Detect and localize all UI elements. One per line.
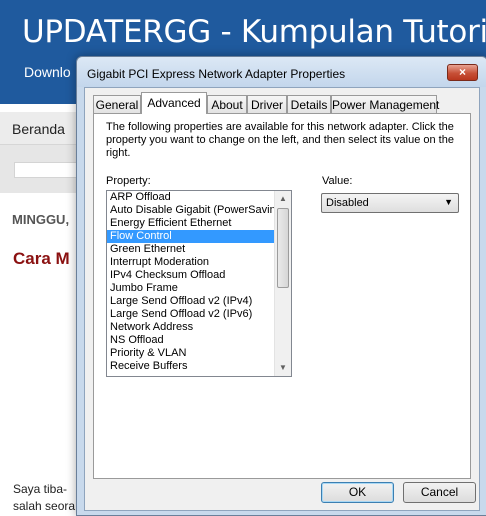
dialog-titlebar[interactable]: Gigabit PCI Express Network Adapter Prop… [77, 57, 486, 87]
tab-power-management[interactable]: Power Management [331, 95, 439, 113]
advanced-tab-panel: The following properties are available f… [93, 113, 471, 479]
tab-advanced[interactable]: Advanced [141, 92, 207, 114]
close-icon: × [458, 65, 466, 79]
post-body-line: Saya tiba- [13, 482, 68, 496]
close-button[interactable]: × [447, 64, 478, 81]
list-item-selected[interactable]: Flow Control [107, 230, 274, 243]
scroll-down-icon[interactable]: ▼ [275, 360, 291, 376]
tab-general[interactable]: General [93, 95, 141, 113]
scroll-up-icon[interactable]: ▲ [275, 191, 291, 207]
list-item[interactable]: NS Offload [107, 334, 274, 347]
tab-driver[interactable]: Driver [247, 95, 287, 113]
list-item[interactable]: IPv4 Checksum Offload [107, 269, 274, 282]
description-text: The following properties are available f… [106, 121, 454, 159]
value-dropdown-selected: Disabled [326, 197, 369, 209]
list-item[interactable]: Interrupt Moderation [107, 256, 274, 269]
list-item[interactable]: Green Ethernet [107, 243, 274, 256]
chevron-down-icon: ▼ [444, 197, 453, 207]
list-item[interactable]: Large Send Offload v2 (IPv6) [107, 308, 274, 321]
list-item[interactable]: Auto Disable Gigabit (PowerSaving [107, 204, 274, 217]
ok-button[interactable]: OK [321, 482, 394, 503]
tab-details[interactable]: Details [287, 95, 331, 113]
site-title[interactable]: UPDATERGG - Kumpulan Tutori [22, 14, 486, 50]
post-body-line: salah seora [13, 499, 76, 513]
property-list-scrollbar[interactable]: ▲ ▼ [274, 191, 291, 376]
list-item[interactable]: Jumbo Frame [107, 282, 274, 295]
post-title-link[interactable]: Cara M [13, 249, 70, 269]
list-item[interactable]: Energy Efficient Ethernet [107, 217, 274, 230]
menu-beranda-link[interactable]: Beranda [12, 121, 65, 137]
list-item[interactable]: Network Address [107, 321, 274, 334]
value-label: Value: [322, 175, 353, 187]
value-dropdown[interactable]: Disabled ▼ [321, 193, 459, 213]
list-item[interactable]: ARP Offload [107, 191, 274, 204]
property-listbox[interactable]: ARP Offload Auto Disable Gigabit (PowerS… [106, 190, 292, 377]
nav-download-link[interactable]: Downlo [24, 64, 71, 80]
cancel-button[interactable]: Cancel [403, 482, 476, 503]
post-date: MINGGU, [12, 212, 70, 227]
list-item[interactable]: Large Send Offload v2 (IPv4) [107, 295, 274, 308]
dialog-client: General Advanced About Driver Details Po… [84, 87, 480, 511]
adapter-properties-dialog: Gigabit PCI Express Network Adapter Prop… [76, 56, 486, 516]
list-item[interactable]: Receive Buffers [107, 360, 274, 373]
property-list-items: ARP Offload Auto Disable Gigabit (PowerS… [107, 191, 274, 373]
scroll-thumb[interactable] [277, 208, 289, 288]
property-label: Property: [106, 175, 151, 187]
dialog-title: Gigabit PCI Express Network Adapter Prop… [87, 67, 346, 81]
list-item[interactable]: Priority & VLAN [107, 347, 274, 360]
tab-about[interactable]: About [207, 95, 247, 113]
